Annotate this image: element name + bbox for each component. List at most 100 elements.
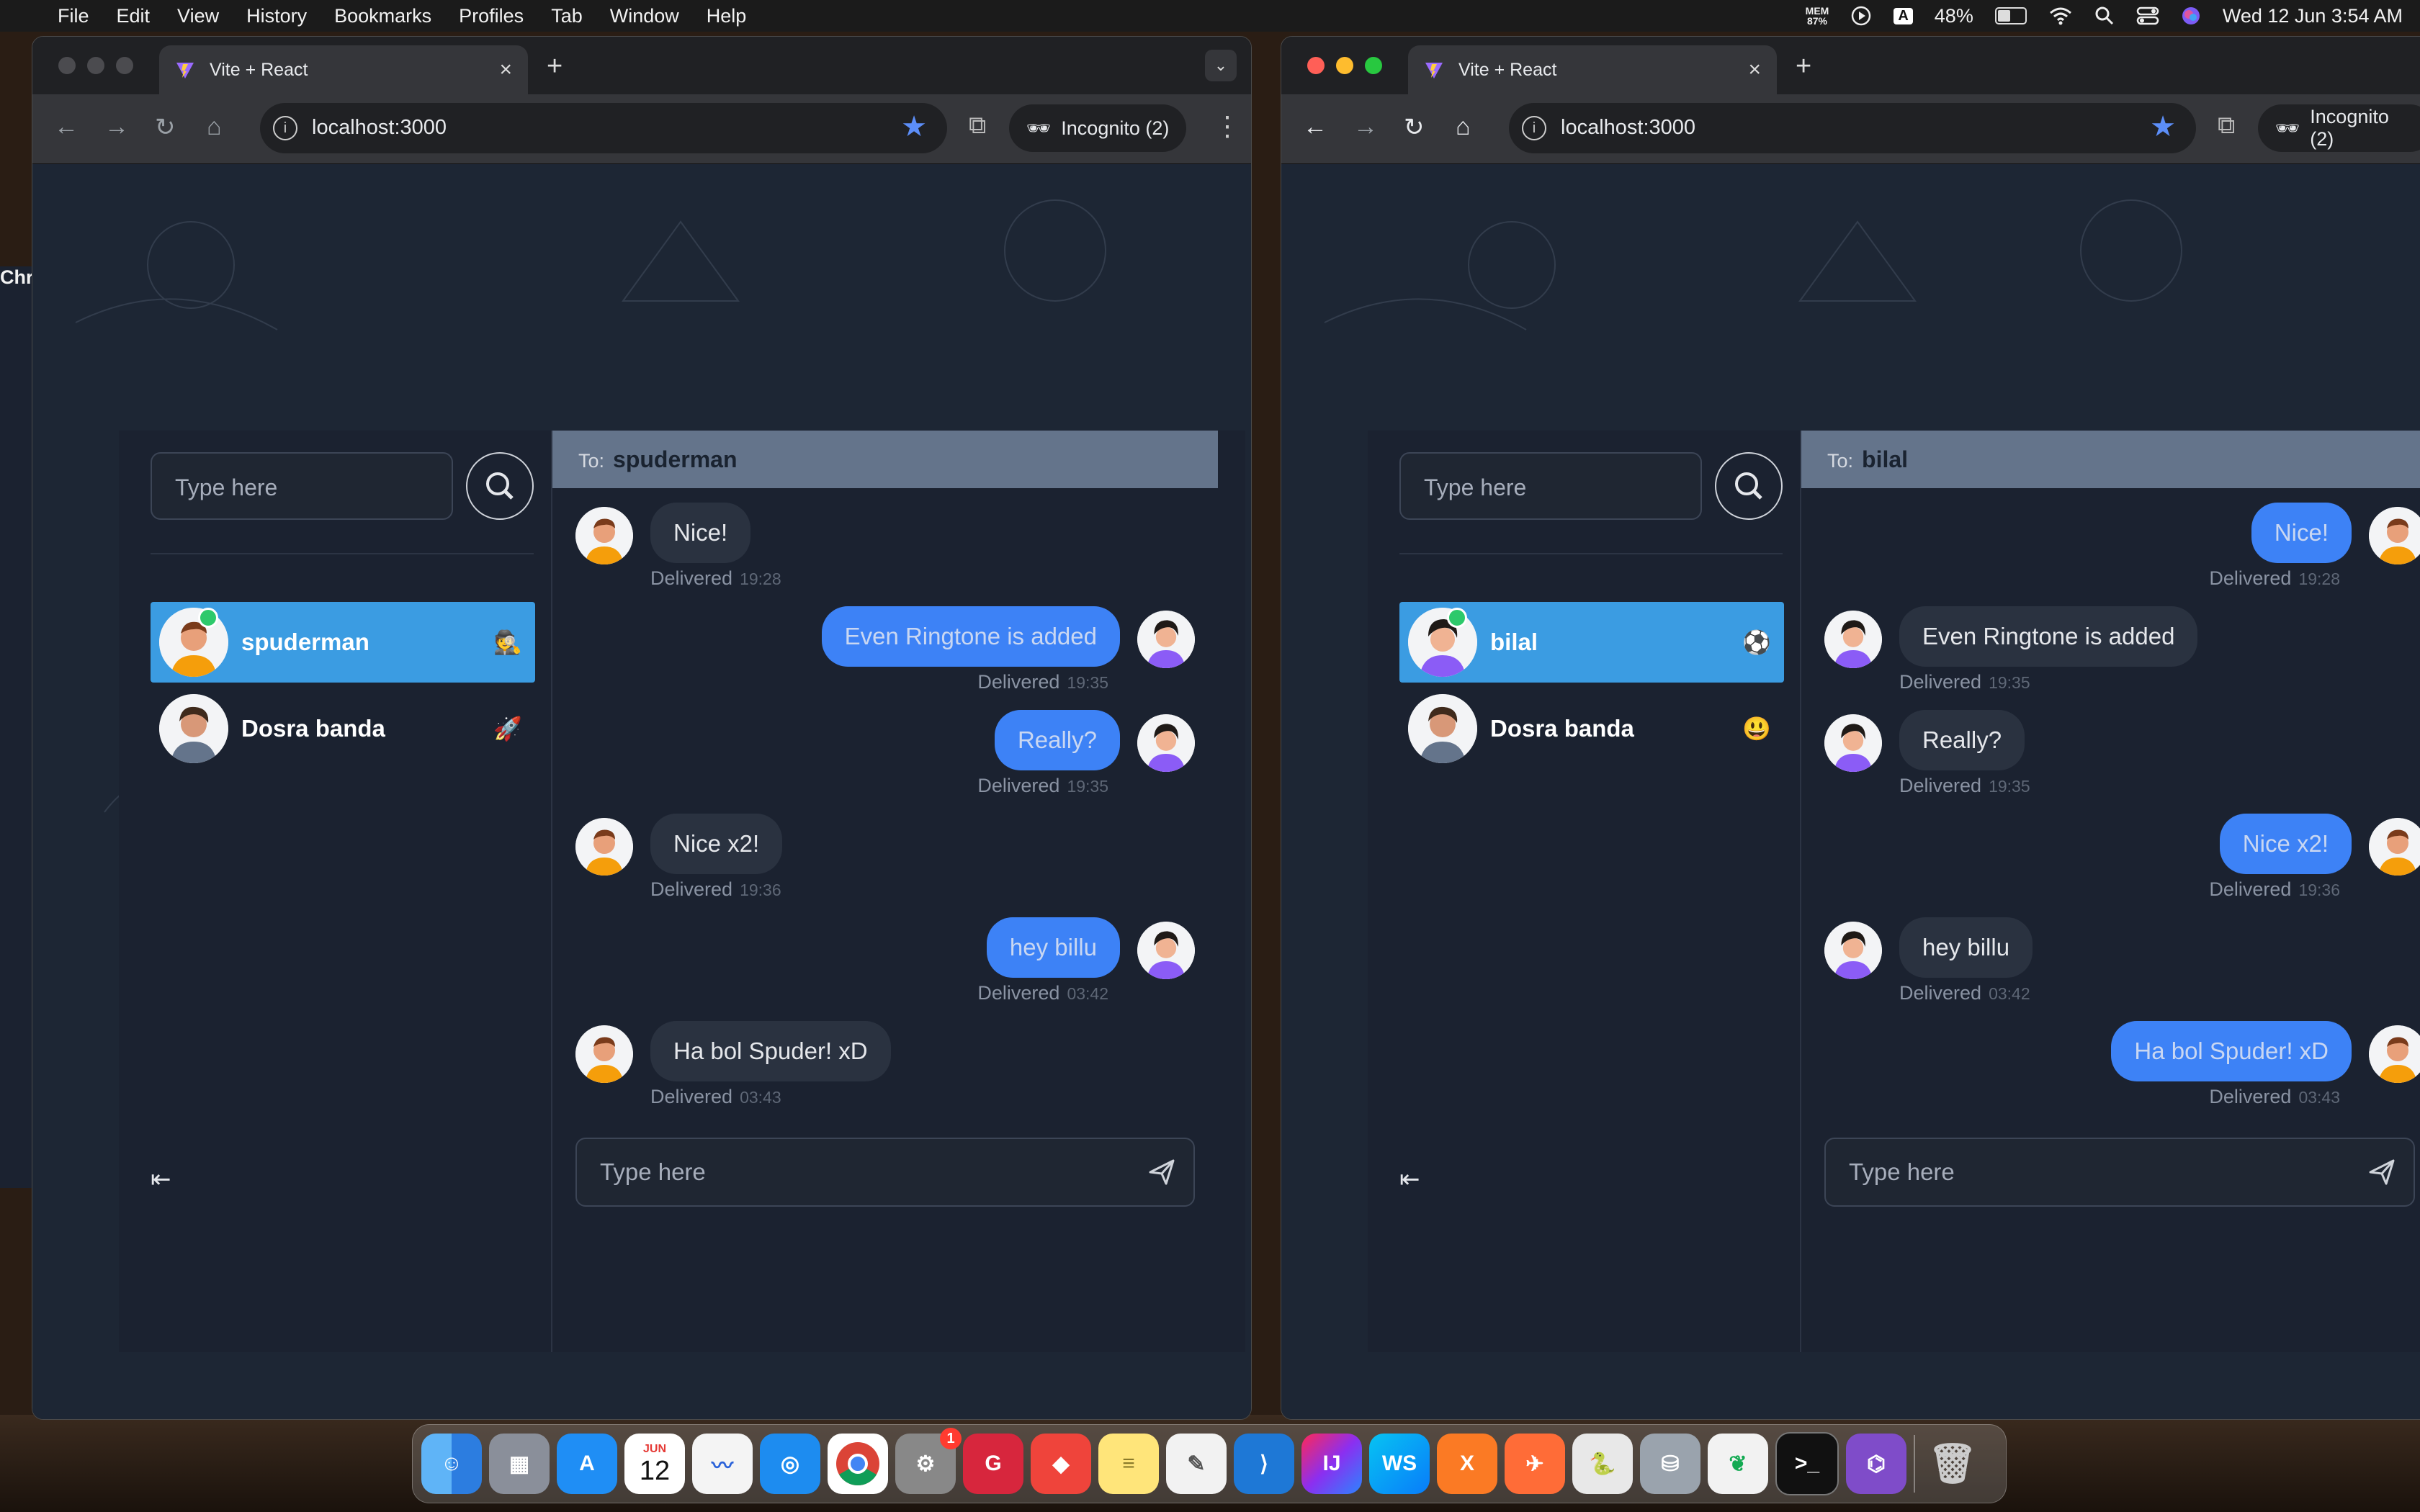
home-button[interactable]: ⌂	[207, 113, 222, 141]
delivery-status: Delivered	[2209, 1086, 2292, 1107]
search-button[interactable]	[1715, 452, 1783, 520]
menu-help[interactable]: Help	[707, 5, 747, 27]
freeform-icon[interactable]: 〰	[692, 1434, 753, 1494]
reload-button[interactable]: ↻	[155, 113, 176, 142]
anydesk-icon[interactable]: ◆	[1031, 1434, 1091, 1494]
incognito-badge[interactable]: 🕶 Incognito (2)	[1009, 104, 1187, 152]
window-controls	[58, 57, 133, 74]
new-tab-button[interactable]: +	[547, 51, 563, 82]
forward-button[interactable]: →	[104, 113, 129, 141]
home-button[interactable]: ⌂	[1456, 113, 1471, 141]
intellij-icon[interactable]: IJ	[1301, 1434, 1362, 1494]
battery-icon[interactable]	[1994, 7, 2027, 24]
contact-item-bilal[interactable]: bilal ⚽	[1399, 602, 1784, 683]
play-icon[interactable]	[1850, 5, 1872, 27]
message-bubble: Even Ringtone is added	[821, 606, 1120, 667]
page-background: Type here bilal ⚽ Dosra banda 😃 ⇤ To: bi…	[1281, 164, 2420, 1419]
message-time: 19:35	[1989, 673, 2030, 692]
finder-icon[interactable]: ☺	[421, 1434, 482, 1494]
contact-item-dosra-banda[interactable]: Dosra banda 🚀	[151, 688, 535, 769]
calendar-icon[interactable]: JUN 12	[624, 1434, 685, 1494]
site-info-icon[interactable]: i	[273, 116, 297, 140]
system-settings-icon[interactable]: ⚙ 1	[895, 1428, 962, 1494]
browser-tab[interactable]: Vite + React ×	[1408, 45, 1777, 94]
forward-button[interactable]: →	[1353, 113, 1378, 141]
textedit-icon[interactable]: ✎	[1166, 1434, 1227, 1494]
disk-utility-icon[interactable]: ⛁	[1640, 1434, 1700, 1494]
menu-bookmarks[interactable]: Bookmarks	[334, 5, 431, 27]
github-desktop-icon[interactable]: ⌬	[1846, 1434, 1906, 1494]
contact-item-spuderman[interactable]: spuderman 🕵️	[151, 602, 535, 683]
launchpad-icon[interactable]: ▦	[489, 1434, 550, 1494]
safari-icon[interactable]: ◎	[760, 1434, 820, 1494]
contact-item-dosra-banda[interactable]: Dosra banda 😃	[1399, 688, 1784, 769]
zoom-window-button[interactable]	[116, 57, 133, 74]
page-background: Type here spuderman 🕵️ Dosra banda 🚀 ⇤ T…	[32, 164, 1251, 1419]
vpn-icon[interactable]: G	[963, 1434, 1023, 1494]
search-button[interactable]	[466, 452, 534, 520]
zoom-window-button[interactable]	[1365, 57, 1382, 74]
bookmark-star-icon[interactable]: ★	[901, 110, 927, 143]
webstorm-icon[interactable]: WS	[1369, 1434, 1430, 1494]
postman-icon[interactable]: ✈	[1505, 1434, 1565, 1494]
control-center-icon[interactable]	[2136, 6, 2159, 26]
python-icon[interactable]: 🐍	[1572, 1434, 1633, 1494]
chrome-icon[interactable]	[828, 1434, 888, 1494]
memory-status[interactable]: MEM 87%	[1806, 6, 1829, 26]
reload-button[interactable]: ↻	[1404, 113, 1425, 142]
site-info-icon[interactable]: i	[1522, 116, 1546, 140]
menu-bar-clock[interactable]: Wed 12 Jun 3:54 AM	[2223, 5, 2403, 27]
delivery-status: Delivered	[977, 671, 1060, 693]
message-time: 03:42	[1989, 984, 2030, 1003]
app-store-icon[interactable]: A	[557, 1434, 617, 1494]
address-bar[interactable]: i localhost:3000 ★	[1509, 103, 2196, 153]
message-input[interactable]: Type here	[575, 1138, 1195, 1207]
message-bubble: hey billu	[986, 917, 1120, 978]
menu-view[interactable]: View	[177, 5, 219, 27]
extensions-icon[interactable]: ⧉	[969, 112, 986, 140]
new-tab-button[interactable]: +	[1796, 51, 1811, 82]
mongodb-compass-icon[interactable]: ❦	[1708, 1434, 1768, 1494]
trash-icon[interactable]: 🗑	[1922, 1434, 1983, 1494]
message-input[interactable]: Type here	[1824, 1138, 2415, 1207]
browser-tab[interactable]: Vite + React ×	[159, 45, 528, 94]
spotlight-search-icon[interactable]	[2094, 6, 2115, 26]
notes-icon[interactable]: ≡	[1098, 1434, 1159, 1494]
message-status: Delivered 19:36	[2209, 878, 2340, 901]
menu-file[interactable]: File	[58, 5, 89, 27]
message-status: Delivered 19:35	[1899, 671, 2030, 693]
input-source-indicator[interactable]: A	[1894, 7, 1913, 24]
vscode-icon[interactable]: ⟩	[1234, 1434, 1294, 1494]
back-button[interactable]: ←	[54, 113, 79, 141]
send-icon[interactable]	[1146, 1156, 1178, 1188]
menu-edit[interactable]: Edit	[117, 5, 151, 27]
close-window-button[interactable]	[1307, 57, 1325, 74]
minimize-window-button[interactable]	[1336, 57, 1353, 74]
extensions-icon[interactable]: ⧉	[2218, 112, 2235, 140]
close-tab-icon[interactable]: ×	[499, 58, 512, 82]
search-input[interactable]: Type here	[1399, 452, 1702, 520]
menu-history[interactable]: History	[246, 5, 307, 27]
wifi-icon[interactable]	[2048, 6, 2073, 25]
tab-search-button[interactable]: ⌄	[1205, 50, 1237, 81]
back-button[interactable]: ←	[1303, 113, 1327, 141]
siri-icon[interactable]	[2181, 6, 2201, 26]
more-menu-icon[interactable]: ⋮	[1214, 110, 1241, 143]
bookmark-star-icon[interactable]: ★	[2150, 110, 2176, 143]
terminal-icon[interactable]: >_	[1775, 1432, 1839, 1495]
logout-icon[interactable]: ⇤	[151, 1165, 171, 1194]
search-input[interactable]: Type here	[151, 452, 453, 520]
menu-profiles[interactable]: Profiles	[459, 5, 524, 27]
vite-favicon-icon	[176, 63, 194, 78]
close-tab-icon[interactable]: ×	[1748, 58, 1761, 82]
send-icon[interactable]	[2366, 1156, 2398, 1188]
xampp-icon[interactable]: X	[1437, 1434, 1497, 1494]
logout-icon[interactable]: ⇤	[1399, 1165, 1420, 1194]
incognito-badge[interactable]: 🕶 Incognito (2)	[2258, 104, 2420, 152]
close-window-button[interactable]	[58, 57, 76, 74]
menu-tab[interactable]: Tab	[551, 5, 583, 27]
address-bar[interactable]: i localhost:3000 ★	[260, 103, 947, 153]
minimize-window-button[interactable]	[87, 57, 104, 74]
message-time: 19:36	[2298, 881, 2340, 899]
menu-window[interactable]: Window	[610, 5, 679, 27]
